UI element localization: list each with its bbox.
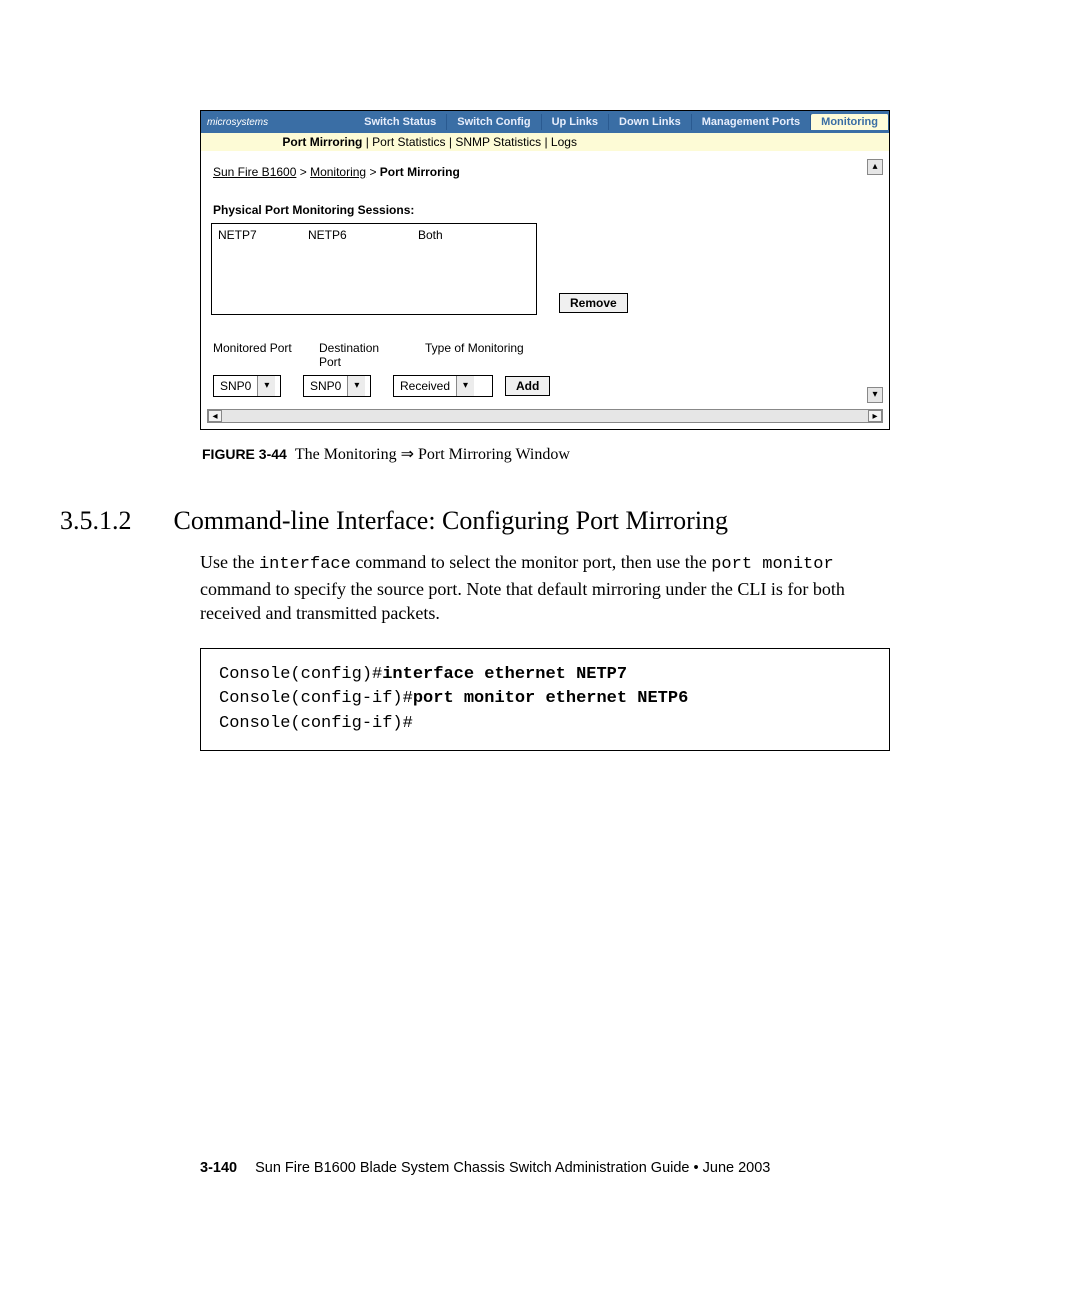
chevron-down-icon[interactable]: ▾ bbox=[456, 376, 474, 396]
figure-number: FIGURE 3-44 bbox=[202, 446, 287, 462]
footer-text: Sun Fire B1600 Blade System Chassis Swit… bbox=[255, 1160, 770, 1176]
chevron-down-icon[interactable]: ▾ bbox=[347, 376, 365, 396]
session-row[interactable]: NETP7 NETP6 Both bbox=[218, 228, 530, 242]
destination-port-select[interactable]: SNP0 ▾ bbox=[303, 375, 371, 397]
port-mirroring-window: microsystems Switch Status Switch Config… bbox=[200, 110, 890, 430]
tab-switch-config[interactable]: Switch Config bbox=[447, 114, 541, 130]
type-of-monitoring-select[interactable]: Received ▾ bbox=[393, 375, 493, 397]
add-button[interactable]: Add bbox=[505, 376, 550, 396]
scroll-right-icon[interactable]: ▸ bbox=[868, 410, 882, 422]
tab-management-ports[interactable]: Management Ports bbox=[692, 114, 811, 130]
monitored-port-value: SNP0 bbox=[214, 377, 257, 395]
sessions-listbox[interactable]: NETP7 NETP6 Both bbox=[211, 223, 537, 315]
session-col-monitored: NETP7 bbox=[218, 228, 308, 242]
inline-code-interface: interface bbox=[259, 555, 351, 574]
section-number: 3.5.1.2 bbox=[60, 506, 132, 536]
inline-code-port-monitor: port monitor bbox=[711, 555, 833, 574]
para-frag: command to specify the source port. Note… bbox=[200, 579, 845, 623]
crumb-leaf: Port Mirroring bbox=[380, 165, 460, 179]
destination-port-value: SNP0 bbox=[304, 377, 347, 395]
figure-caption: FIGURE 3-44 The Monitoring ⇒ Port Mirror… bbox=[202, 444, 890, 464]
monitored-port-select[interactable]: SNP0 ▾ bbox=[213, 375, 281, 397]
cli-line3-prompt: Console(config-if)# bbox=[219, 714, 413, 733]
para-frag: command to select the monitor port, then… bbox=[351, 552, 711, 572]
caption-text-b: Port Mirroring Window bbox=[414, 446, 570, 463]
para-frag: Use the bbox=[200, 552, 259, 572]
session-col-type: Both bbox=[418, 228, 530, 242]
scroll-left-icon[interactable]: ◂ bbox=[208, 410, 222, 422]
subtab-logs[interactable]: Logs bbox=[551, 135, 577, 149]
column-labels: Monitored Port Destination Port Type of … bbox=[213, 341, 881, 369]
breadcrumb: Sun Fire B1600 > Monitoring > Port Mirro… bbox=[213, 165, 881, 179]
sessions-heading: Physical Port Monitoring Sessions: bbox=[213, 203, 881, 217]
tab-monitoring[interactable]: Monitoring bbox=[811, 114, 889, 130]
label-monitored-port: Monitored Port bbox=[213, 341, 297, 369]
session-col-destination: NETP6 bbox=[308, 228, 418, 242]
tab-switch-status[interactable]: Switch Status bbox=[354, 114, 447, 130]
section-title: Command-line Interface: Configuring Port… bbox=[174, 506, 729, 536]
subtab-port-statistics[interactable]: Port Statistics bbox=[372, 135, 445, 149]
chevron-down-icon[interactable]: ▾ bbox=[257, 376, 275, 396]
remove-button[interactable]: Remove bbox=[559, 293, 628, 313]
primary-tabs: Switch Status Switch Config Up Links Dow… bbox=[354, 114, 889, 130]
cli-line2-prompt: Console(config-if)# bbox=[219, 689, 413, 708]
type-of-monitoring-value: Received bbox=[394, 377, 456, 395]
horizontal-scrollbar[interactable]: ◂ ▸ bbox=[207, 409, 883, 423]
cli-example: Console(config)#interface ethernet NETP7… bbox=[200, 648, 890, 752]
crumb-monitoring[interactable]: Monitoring bbox=[310, 165, 366, 179]
cli-line1-prompt: Console(config)# bbox=[219, 665, 382, 684]
crumb-root[interactable]: Sun Fire B1600 bbox=[213, 165, 296, 179]
caption-arrow: ⇒ bbox=[401, 446, 414, 463]
cli-line2-cmd: port monitor ethernet NETP6 bbox=[413, 689, 688, 708]
page-number: 3-140 bbox=[200, 1160, 237, 1176]
label-type-of-monitoring: Type of Monitoring bbox=[425, 341, 881, 369]
caption-text-a: The Monitoring bbox=[295, 446, 401, 463]
subtab-active[interactable]: Port Mirroring bbox=[282, 135, 362, 149]
tab-up-links[interactable]: Up Links bbox=[542, 114, 609, 130]
sub-tabs: Port Mirroring | Port Statistics | SNMP … bbox=[201, 133, 889, 151]
sun-logo-text: microsystems bbox=[201, 117, 274, 128]
body-paragraph: Use the interface command to select the … bbox=[200, 550, 890, 626]
subtab-snmp-statistics[interactable]: SNMP Statistics bbox=[455, 135, 541, 149]
page-footer: 3-140 Sun Fire B1600 Blade System Chassi… bbox=[200, 1160, 770, 1176]
tab-down-links[interactable]: Down Links bbox=[609, 114, 692, 130]
content-area: ▴ Sun Fire B1600 > Monitoring > Port Mir… bbox=[201, 151, 889, 429]
label-destination-port: Destination Port bbox=[319, 341, 403, 369]
scroll-down-icon[interactable]: ▾ bbox=[867, 387, 883, 403]
scroll-up-icon[interactable]: ▴ bbox=[867, 159, 883, 175]
cli-line1-cmd: interface ethernet NETP7 bbox=[382, 665, 627, 684]
top-banner: microsystems Switch Status Switch Config… bbox=[201, 111, 889, 133]
